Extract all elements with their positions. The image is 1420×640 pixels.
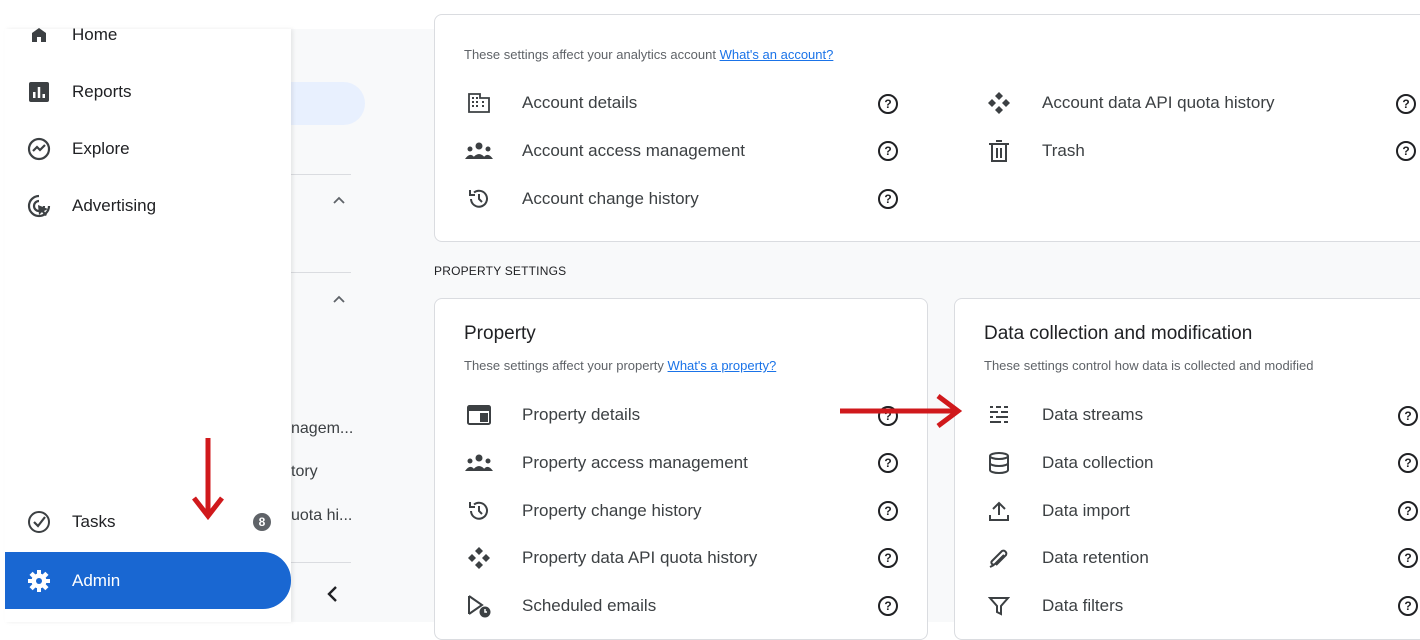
hidden-panel-divider xyxy=(291,272,351,273)
help-icon[interactable]: ? xyxy=(878,453,898,473)
gear-icon xyxy=(25,567,53,595)
sidebar-nav: Home Reports Explore Advertising Tasks 8… xyxy=(5,25,291,622)
data-retention-label: Data retention xyxy=(1042,548,1149,567)
sidebar-item-explore[interactable]: Explore xyxy=(5,126,291,172)
filter-icon xyxy=(985,592,1013,620)
chevron-up-icon[interactable] xyxy=(332,293,348,309)
sidebar-item-advertising[interactable]: Advertising xyxy=(5,183,291,229)
trash-icon xyxy=(985,137,1013,165)
people-icon xyxy=(465,449,493,477)
check-circle-icon xyxy=(25,508,53,536)
property-card: Property These settings affect your prop… xyxy=(434,298,928,640)
building-icon xyxy=(465,89,493,117)
account-details-label: Account details xyxy=(522,93,638,112)
help-icon[interactable]: ? xyxy=(1398,453,1418,473)
sidebar-item-admin[interactable]: Admin xyxy=(5,552,291,609)
help-icon[interactable]: ? xyxy=(878,548,898,568)
scheduled-emails-label: Scheduled emails xyxy=(522,596,657,615)
help-icon[interactable]: ? xyxy=(878,596,898,616)
sidebar-item-label: Home xyxy=(72,25,118,44)
advertising-icon xyxy=(25,192,53,220)
sidebar-item-label: Advertising xyxy=(72,196,157,215)
whats-an-account-link[interactable]: What's an account? xyxy=(720,47,834,62)
sidebar-item-label: Tasks xyxy=(72,512,116,531)
explore-icon xyxy=(25,135,53,163)
sidebar-item-label: Admin xyxy=(72,570,121,590)
database-icon xyxy=(985,449,1013,477)
help-icon[interactable]: ? xyxy=(878,141,898,161)
help-icon[interactable]: ? xyxy=(1398,406,1418,426)
scheduled-email-icon xyxy=(465,592,493,620)
hidden-panel-divider xyxy=(291,562,351,563)
account-card-description: These settings affect your analytics acc… xyxy=(464,47,833,62)
hidden-panel-item[interactable]: uota hi... xyxy=(291,507,363,525)
chevron-up-icon[interactable] xyxy=(332,194,348,210)
sidebar-item-reports[interactable]: Reports xyxy=(5,69,291,115)
trash-label: Trash xyxy=(1042,141,1085,160)
account-change-history-label: Account change history xyxy=(522,189,699,208)
annotation-arrow-down xyxy=(192,438,224,521)
home-icon xyxy=(25,21,53,49)
property-data-api-quota-history-label: Property data API quota history xyxy=(522,548,758,567)
api-quota-icon xyxy=(985,89,1013,117)
property-access-management-label: Property access management xyxy=(522,453,748,472)
property-card-description: These settings affect your property What… xyxy=(464,358,776,373)
help-icon[interactable]: ? xyxy=(1396,94,1416,114)
account-access-management-label: Account access management xyxy=(522,141,746,160)
help-icon[interactable]: ? xyxy=(1396,141,1416,161)
history-icon xyxy=(465,185,493,213)
bar-chart-icon xyxy=(25,78,53,106)
people-icon xyxy=(465,137,493,165)
help-icon[interactable]: ? xyxy=(1398,548,1418,568)
hidden-panel-item[interactable]: nagem... xyxy=(291,420,363,438)
help-icon[interactable]: ? xyxy=(1398,596,1418,616)
sidebar-item-tasks[interactable]: Tasks 8 xyxy=(5,499,291,545)
collapse-chevron-left-icon[interactable] xyxy=(321,582,345,606)
property-settings-heading: PROPERTY SETTINGS xyxy=(434,264,567,278)
data-collection-card: Data collection and modification These s… xyxy=(954,298,1420,640)
hidden-panel-divider xyxy=(291,174,351,175)
sidebar-item-label: Reports xyxy=(72,82,132,101)
sidebar-item-label: Explore xyxy=(72,139,130,158)
property-details-label: Property details xyxy=(522,405,641,424)
sidebar-item-home[interactable]: Home xyxy=(5,12,291,58)
history-icon xyxy=(465,497,493,525)
data-card-description: These settings control how data is colle… xyxy=(984,358,1314,373)
whats-a-property-link[interactable]: What's a property? xyxy=(668,358,777,373)
account-data-api-quota-history-label: Account data API quota history xyxy=(1042,93,1275,112)
data-filters-label: Data filters xyxy=(1042,596,1124,615)
data-streams-icon xyxy=(985,401,1013,429)
property-details-icon xyxy=(465,401,493,429)
help-icon[interactable]: ? xyxy=(878,501,898,521)
help-icon[interactable]: ? xyxy=(878,189,898,209)
property-card-title: Property xyxy=(464,323,536,344)
data-streams-label: Data streams xyxy=(1042,405,1144,424)
data-import-label: Data import xyxy=(1042,501,1130,520)
data-collection-label: Data collection xyxy=(1042,453,1154,472)
annotation-arrow-right xyxy=(840,394,963,428)
hidden-panel-item[interactable]: tory xyxy=(291,463,363,481)
upload-icon xyxy=(985,497,1013,525)
tasks-count-badge: 8 xyxy=(253,513,271,531)
account-settings-card: These settings affect your analytics acc… xyxy=(434,14,1420,242)
data-card-title: Data collection and modification xyxy=(984,323,1253,344)
account-desc-text: These settings affect your analytics acc… xyxy=(464,47,716,62)
hidden-panel-highlight xyxy=(291,82,365,125)
property-change-history-label: Property change history xyxy=(522,501,702,520)
help-icon[interactable]: ? xyxy=(1398,501,1418,521)
help-icon[interactable]: ? xyxy=(878,94,898,114)
api-quota-icon xyxy=(465,544,493,572)
property-desc-text: These settings affect your property xyxy=(464,358,664,373)
retention-icon xyxy=(985,544,1013,572)
